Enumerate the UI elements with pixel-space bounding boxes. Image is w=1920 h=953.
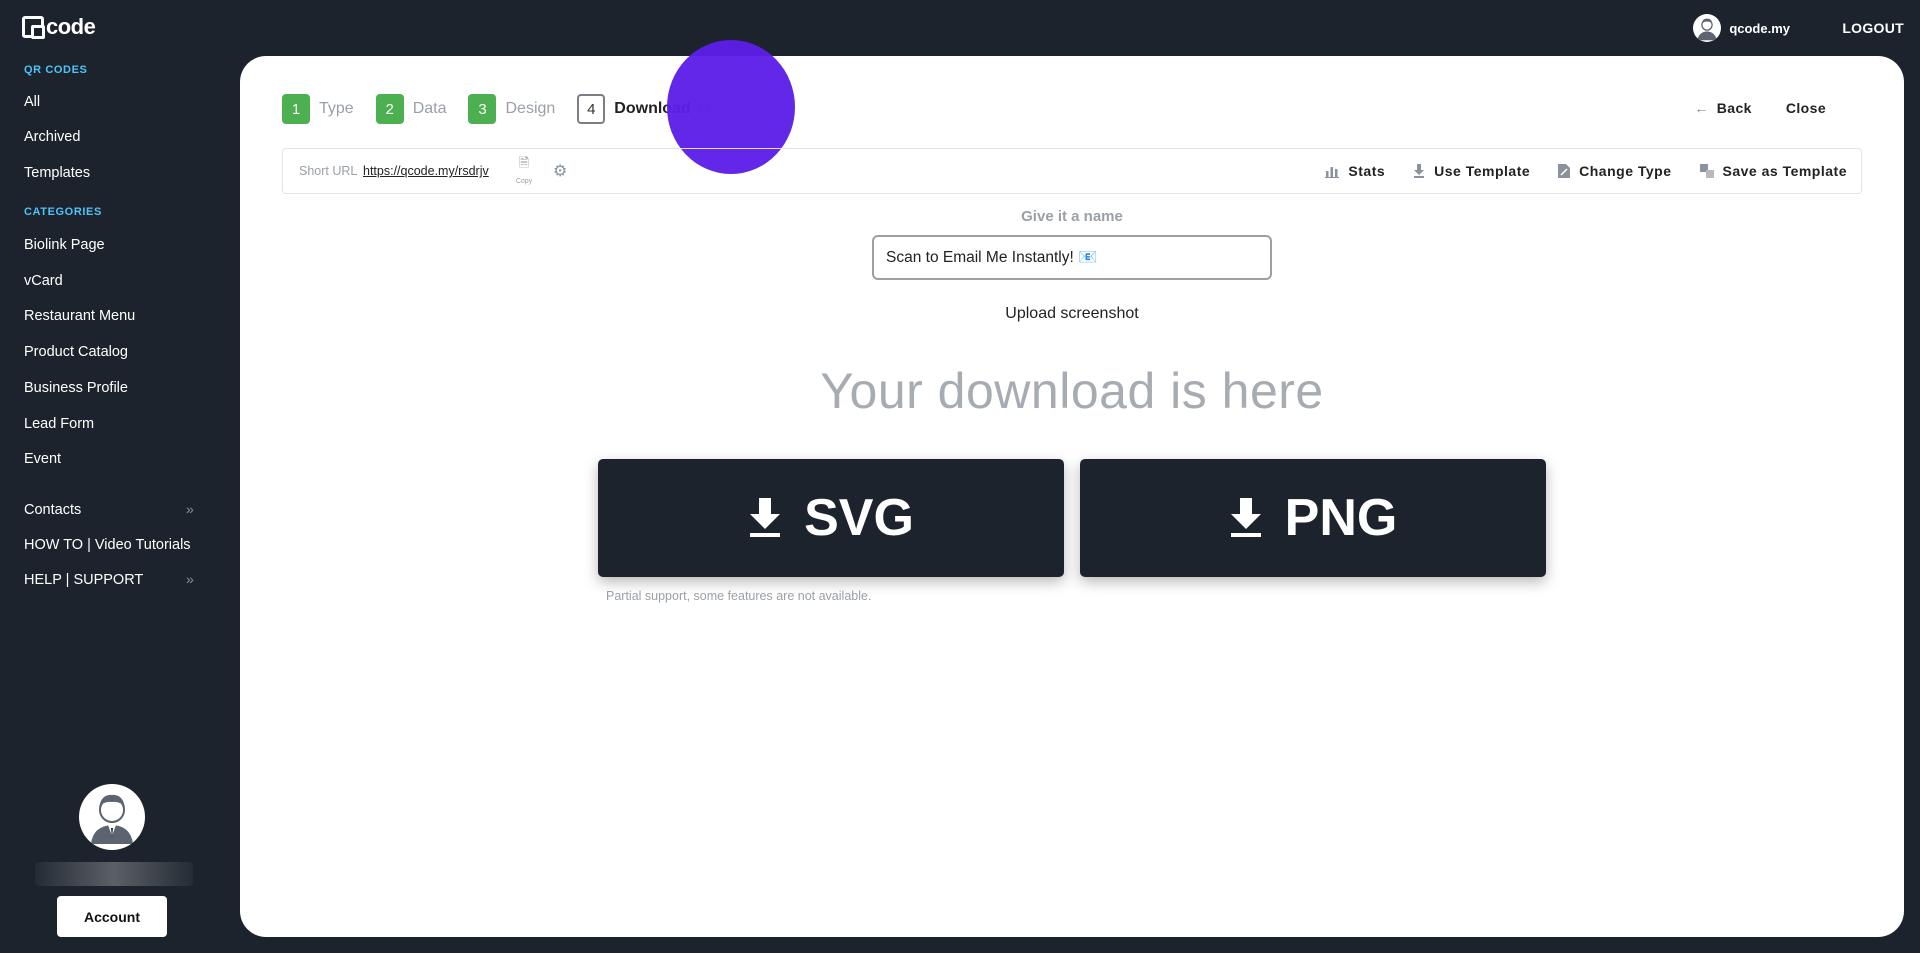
document-icon: 🗎: [518, 155, 530, 170]
download-icon: [750, 498, 781, 537]
url-tools: Stats Use Template Change Type Save as T…: [1325, 163, 1847, 179]
wizard-steps: 1 Type 2 Data 3 Design 4 Download ⚙: [282, 94, 733, 124]
gear-icon[interactable]: ⚙: [697, 99, 711, 119]
step-number: 1: [282, 94, 310, 124]
step-design[interactable]: 3 Design: [468, 94, 555, 124]
step-label: Type: [319, 100, 354, 117]
top-user-menu[interactable]: qcode.my: [1693, 14, 1790, 42]
blurred-username: [35, 862, 193, 886]
sidebar-item-lead-form[interactable]: Lead Form: [24, 416, 94, 432]
stats-label: Stats: [1348, 163, 1386, 179]
copy-button[interactable]: 🗎 Copy: [513, 156, 535, 188]
step-download[interactable]: 4 Download ⚙: [577, 94, 711, 124]
qr-name-input[interactable]: [872, 235, 1272, 280]
sidebar-item-archived[interactable]: Archived: [24, 129, 80, 145]
short-url-label: Short URL: [299, 164, 358, 178]
download-png-button[interactable]: PNG: [1080, 459, 1546, 577]
gear-icon[interactable]: ⚙: [553, 161, 567, 181]
qr-codes-section-label: QR CODES: [24, 64, 88, 76]
top-avatar: [1693, 14, 1722, 42]
short-url-link[interactable]: https://qcode.my/rsdrjv: [363, 164, 489, 178]
partial-support-note: Partial support, some features are not a…: [606, 589, 872, 603]
copy-label: Copy: [515, 178, 533, 185]
change-type-label: Change Type: [1579, 163, 1672, 179]
sidebar-item-event[interactable]: Event: [24, 451, 61, 467]
bar-chart-icon: [1325, 167, 1340, 178]
qcode-logo[interactable]: code: [22, 14, 96, 40]
step-label: Design: [505, 100, 556, 117]
chevron-double-right-icon[interactable]: »: [186, 501, 194, 517]
avatar-person-icon: [91, 794, 133, 844]
back-label: Back: [1716, 100, 1752, 116]
download-icon: [1230, 498, 1261, 537]
file-edit-icon: [1558, 164, 1571, 178]
chevron-double-right-icon[interactable]: »: [186, 571, 194, 587]
step-label: Download: [614, 100, 691, 117]
step-number: 3: [468, 94, 497, 124]
logout-button[interactable]: LOGOUT: [1842, 20, 1904, 36]
change-type-button[interactable]: Change Type: [1558, 163, 1671, 179]
sidebar-item-business-profile[interactable]: Business Profile: [24, 380, 128, 396]
sidebar-item-templates[interactable]: Templates: [24, 165, 90, 181]
png-label: PNG: [1284, 489, 1398, 547]
stats-button[interactable]: Stats: [1325, 163, 1385, 179]
back-button[interactable]: ← Back: [1694, 100, 1751, 116]
download-heading: Your download is here: [820, 363, 1324, 419]
sidebar-item-restaurant-menu[interactable]: Restaurant Menu: [24, 308, 135, 324]
sidebar-item-all[interactable]: All: [24, 94, 40, 110]
clone-icon: [1699, 164, 1714, 178]
svg-label: SVG: [804, 489, 914, 547]
account-button[interactable]: Account: [57, 896, 167, 937]
short-url-bar: Short URL https://qcode.my/rsdrjv 🗎 Copy…: [282, 148, 1862, 194]
sidebar-item-vcard[interactable]: vCard: [24, 273, 63, 289]
logo-icon: [22, 16, 45, 39]
user-avatar[interactable]: [79, 784, 145, 850]
sidebar-item-help-support[interactable]: HELP | SUPPORT: [24, 572, 143, 588]
avatar-person-icon: [1697, 18, 1718, 41]
categories-section-label: CATEGORIES: [24, 206, 102, 218]
save-as-template-button[interactable]: Save as Template: [1699, 163, 1847, 179]
top-actions: ← Back Close: [1694, 100, 1826, 116]
name-field-label: Give it a name: [1021, 208, 1123, 225]
step-label: Data: [412, 100, 447, 117]
sidebar: code QR CODES All Archived Templates CAT…: [0, 0, 240, 953]
step-type[interactable]: 1 Type: [282, 94, 354, 124]
close-button[interactable]: Close: [1786, 100, 1826, 116]
sidebar-item-biolink-page[interactable]: Biolink Page: [24, 237, 105, 253]
sidebar-item-video-tutorials[interactable]: HOW TO | Video Tutorials: [24, 537, 191, 553]
top-username: qcode.my: [1729, 20, 1790, 36]
use-template-label: Use Template: [1434, 163, 1531, 179]
sidebar-item-product-catalog[interactable]: Product Catalog: [24, 344, 128, 360]
save-as-template-label: Save as Template: [1722, 163, 1847, 179]
use-template-button[interactable]: Use Template: [1413, 163, 1530, 179]
download-svg-button[interactable]: SVG: [598, 459, 1064, 577]
download-icon: [1414, 164, 1425, 178]
arrow-left-icon: ←: [1694, 100, 1709, 116]
upload-screenshot-link[interactable]: Upload screenshot: [240, 305, 1904, 323]
sidebar-item-contacts[interactable]: Contacts: [24, 502, 81, 518]
step-data[interactable]: 2 Data: [375, 94, 447, 124]
main-panel: 1 Type 2 Data 3 Design 4 Download ⚙ ← Ba…: [240, 40, 1904, 937]
step-number: 4: [577, 94, 606, 124]
logo-text: code: [46, 14, 96, 39]
step-number: 2: [375, 94, 404, 124]
